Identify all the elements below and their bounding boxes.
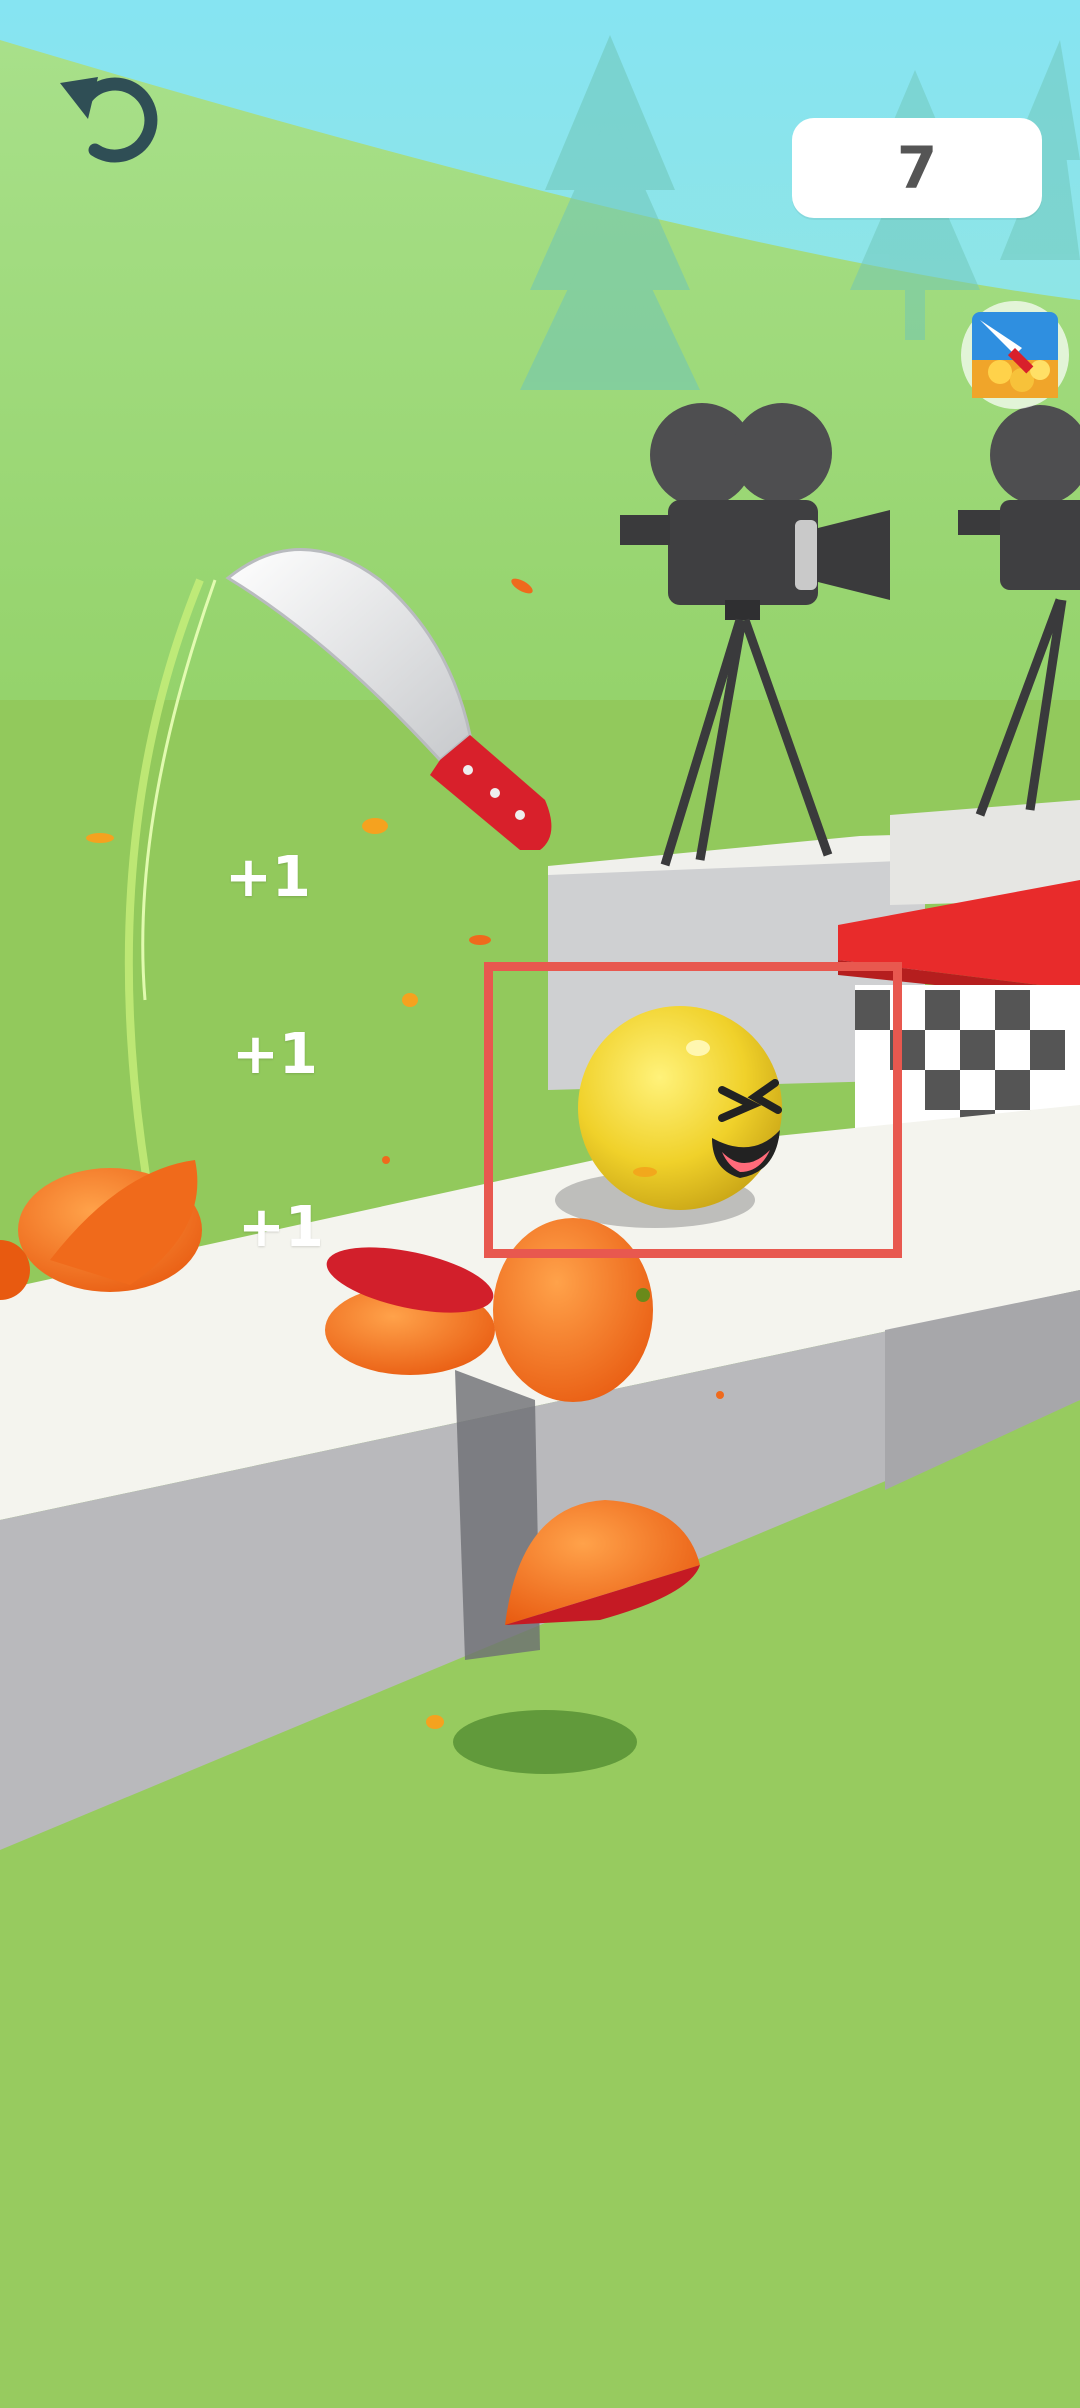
knife-game-app-icon [961, 301, 1069, 409]
score-counter: 7 [792, 118, 1042, 218]
plus-one-label: +1 [232, 1022, 318, 1087]
target-highlight-box [484, 962, 902, 1258]
falling-half-shadow [453, 1710, 637, 1774]
app-promo-badge[interactable] [960, 300, 1070, 410]
undo-arrow-icon [60, 77, 158, 163]
plus-one-label: +1 [225, 845, 311, 910]
plus-one-label: +1 [238, 1195, 324, 1260]
restart-button[interactable] [50, 55, 170, 165]
